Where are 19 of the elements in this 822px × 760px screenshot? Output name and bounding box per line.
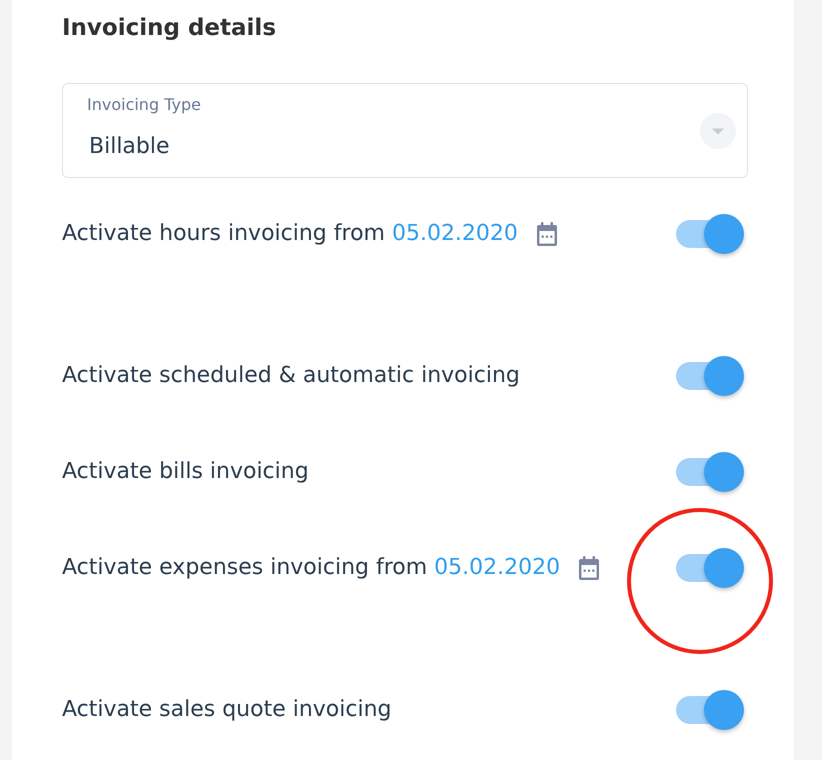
calendar-icon[interactable]	[536, 222, 558, 246]
setting-label: Activate sales quote invoicing	[62, 696, 392, 724]
setting-label: Activate hours invoicing from 05.02.2020	[62, 220, 518, 248]
toggle-switch[interactable]	[676, 548, 744, 588]
dropdown-caret-icon[interactable]	[700, 112, 736, 148]
toggle-switch[interactable]	[676, 690, 744, 730]
select-value: Billable	[89, 133, 170, 161]
toggle-switch[interactable]	[676, 214, 744, 254]
invoicing-type-select[interactable]: Invoicing Type Billable	[62, 83, 748, 178]
toggle-switch[interactable]	[676, 452, 744, 492]
date-link[interactable]: 05.02.2020	[434, 555, 560, 580]
setting-label: Activate expenses invoicing from 05.02.2020	[62, 554, 560, 582]
toggle-switch[interactable]	[676, 356, 744, 396]
section-title: Invoicing details	[62, 14, 276, 43]
setting-label: Activate scheduled & automatic invoicing	[62, 362, 520, 390]
calendar-icon[interactable]	[578, 556, 600, 580]
field-label: Invoicing Type	[87, 95, 201, 115]
setting-label: Activate bills invoicing	[62, 458, 309, 486]
date-link[interactable]: 05.02.2020	[392, 221, 518, 246]
